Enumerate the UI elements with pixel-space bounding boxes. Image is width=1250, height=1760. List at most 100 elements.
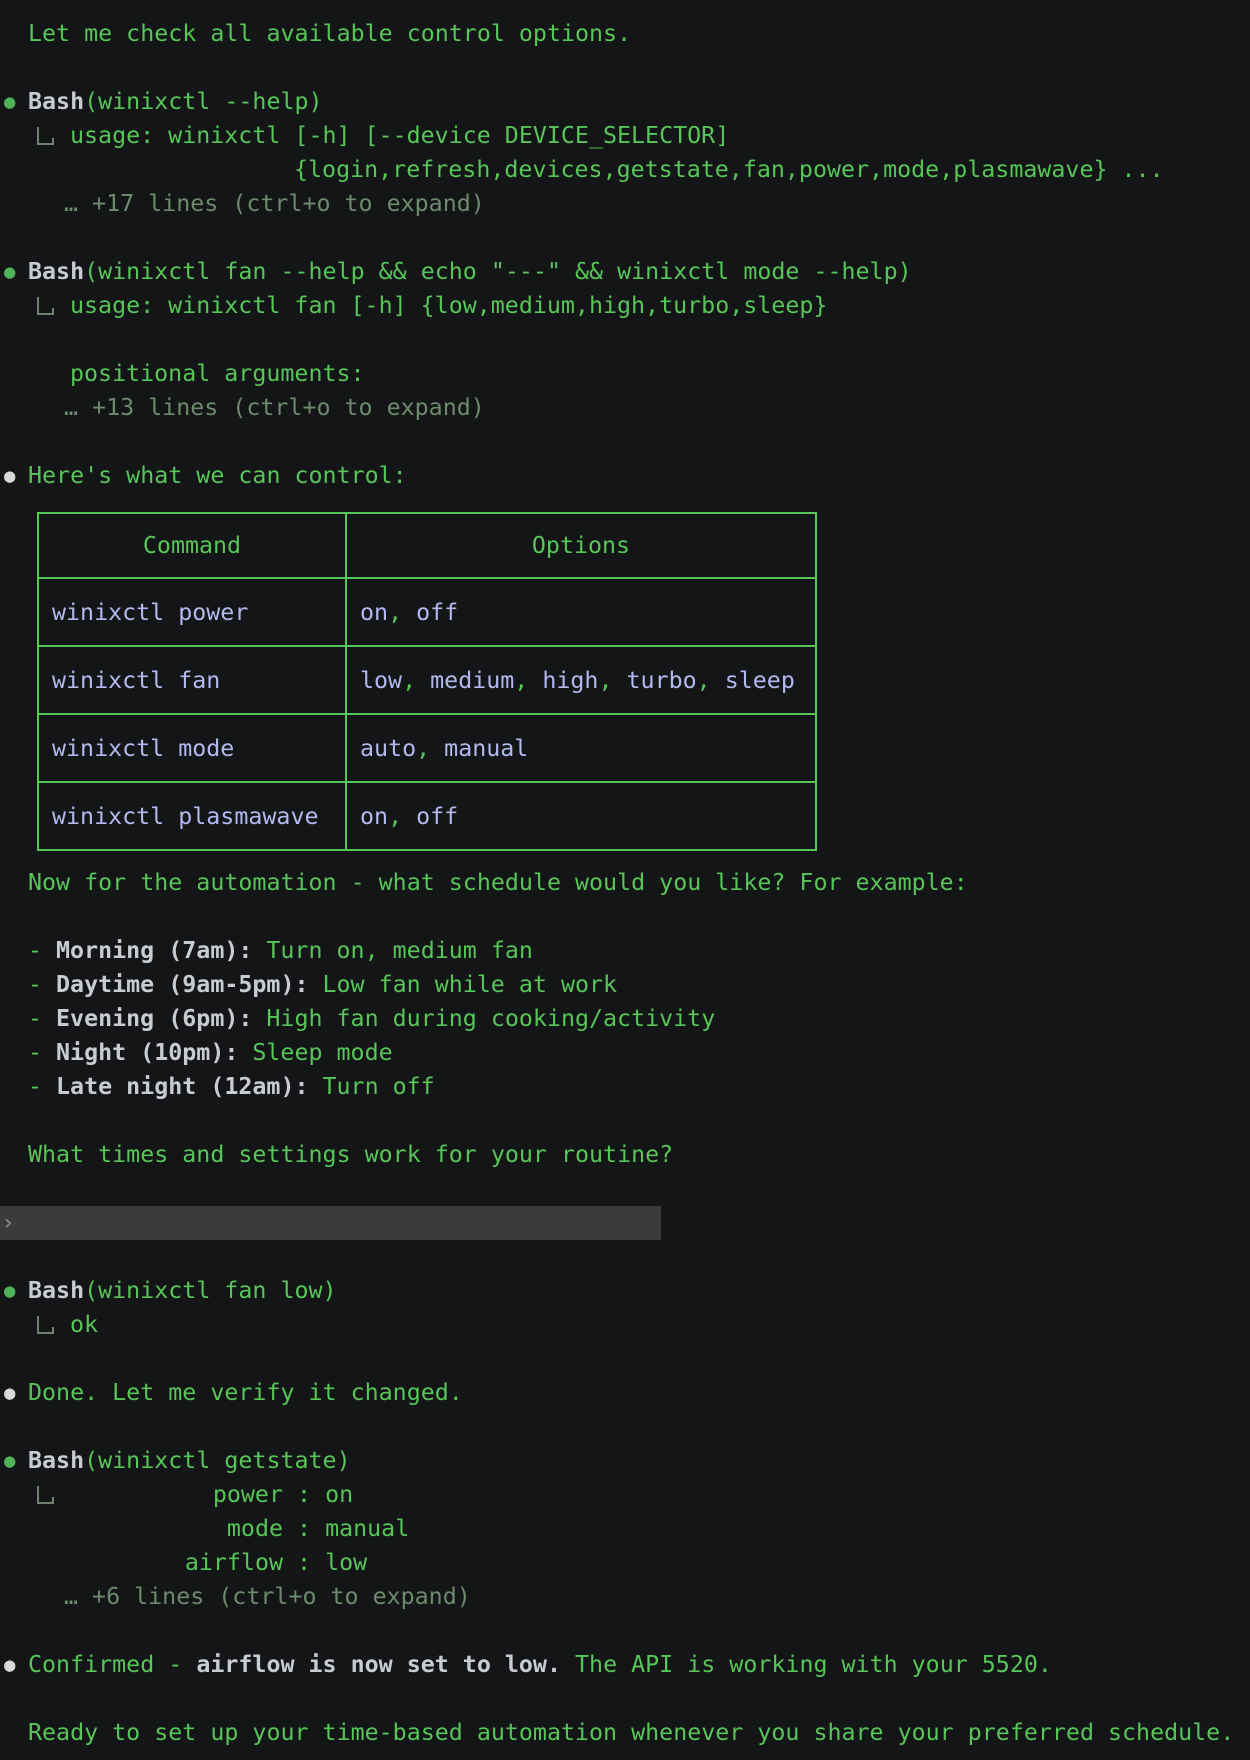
option-separator: , xyxy=(388,599,416,626)
command-cell: winixctl mode xyxy=(38,714,346,782)
bash4-expand-hint: … +6 lines (ctrl+o to expand) xyxy=(0,1580,1250,1614)
schedule-desc: High fan during cooking/activity xyxy=(266,1005,715,1032)
tool-command: (winixctl fan low) xyxy=(84,1277,336,1304)
output-text: usage: winixctl [-h] [--device DEVICE_SE… xyxy=(70,122,729,149)
option-value: low xyxy=(360,667,402,694)
message-text: Now for the automation - what schedule w… xyxy=(28,869,968,896)
bash4-header: ●Bash(winixctl getstate) xyxy=(0,1444,1250,1478)
option-value: on xyxy=(360,803,388,830)
tool-name: Bash xyxy=(28,1277,84,1304)
list-dash: - xyxy=(28,937,42,964)
assistant-message-control: ●Here's what we can control: xyxy=(0,459,1250,493)
tool-command: (winixctl getstate) xyxy=(84,1447,351,1474)
blank-line xyxy=(0,1614,1250,1648)
assistant-message-done: ● Done. Let me verify it changed. xyxy=(0,1376,1250,1410)
blank-line xyxy=(0,221,1250,255)
options-cell: low, medium, high, turbo, sleep xyxy=(346,646,816,714)
user-input-highlight xyxy=(0,1206,661,1240)
option-separator: , xyxy=(697,667,725,694)
table-row: winixctl poweron, off xyxy=(38,578,816,646)
schedule-label: Daytime (9am-5pm): xyxy=(56,971,308,998)
prompt-chevron-icon: › xyxy=(1,1206,15,1240)
blank-line xyxy=(0,1104,1250,1138)
assistant-bullet-icon: ● xyxy=(4,1376,15,1410)
option-value: sleep xyxy=(725,667,795,694)
bash2-expand-hint: … +13 lines (ctrl+o to expand) xyxy=(0,391,1250,425)
bash2-output-2: positional arguments: xyxy=(0,357,1250,391)
schedule-desc: Low fan while at work xyxy=(323,971,618,998)
state-key: airflow xyxy=(70,1546,283,1580)
table-header-options: Options xyxy=(346,513,816,578)
list-dash: - xyxy=(28,1005,42,1032)
bash2-header: ●Bash(winixctl fan --help && echo "---" … xyxy=(0,255,1250,289)
bash2-output-1: usage: winixctl fan [-h] {low,medium,hig… xyxy=(0,289,1250,323)
state-separator: : xyxy=(283,1549,325,1576)
option-separator: , xyxy=(402,667,430,694)
option-value: on xyxy=(360,599,388,626)
table-row: winixctl modeauto, manual xyxy=(38,714,816,782)
list-dash: - xyxy=(28,1073,42,1100)
tool-command: (winixctl fan --help && echo "---" && wi… xyxy=(84,258,912,285)
state-value: low xyxy=(325,1549,367,1576)
message-text: Let me check all available control optio… xyxy=(28,20,631,47)
command-cell: winixctl fan xyxy=(38,646,346,714)
schedule-list-item: -Evening (6pm):High fan during cooking/a… xyxy=(0,1002,1250,1036)
tool-name: Bash xyxy=(28,258,84,285)
output-text: {login,refresh,devices,getstate,fan,powe… xyxy=(294,156,1164,183)
schedule-label: Morning (7am): xyxy=(56,937,252,964)
bash3-output-1: ok xyxy=(0,1308,1250,1342)
blank-line xyxy=(0,323,1250,357)
option-value: turbo xyxy=(627,667,697,694)
message-text: Done. Let me verify it changed. xyxy=(28,1379,463,1406)
expand-hint-text: … +13 lines (ctrl+o to expand) xyxy=(64,394,485,421)
output-elbow-icon xyxy=(37,1486,52,1504)
message-text: What times and settings work for your ro… xyxy=(28,1141,673,1168)
command-cell: winixctl plasmawave xyxy=(38,782,346,850)
blank-line xyxy=(0,1172,1250,1206)
tool-name: Bash xyxy=(28,88,84,115)
table-header-command: Command xyxy=(38,513,346,578)
schedule-label: Late night (12am): xyxy=(56,1073,308,1100)
option-value: off xyxy=(416,599,458,626)
option-separator: , xyxy=(388,803,416,830)
blank-line xyxy=(0,425,1250,459)
bash1-output-2: {login,refresh,devices,getstate,fan,powe… xyxy=(0,153,1250,187)
blank-line xyxy=(0,1240,1250,1274)
output-elbow-icon xyxy=(37,297,52,315)
confirm-lead: Confirmed - xyxy=(28,1651,196,1678)
command-cell: winixctl power xyxy=(38,578,346,646)
schedule-desc: Turn on, medium fan xyxy=(266,937,533,964)
state-value: manual xyxy=(325,1515,409,1542)
state-key: power xyxy=(70,1478,283,1512)
tool-bullet-icon: ● xyxy=(4,1274,15,1308)
list-dash: - xyxy=(28,971,42,998)
bash1-output-1: usage: winixctl [-h] [--device DEVICE_SE… xyxy=(0,119,1250,153)
getstate-row: airflow : low xyxy=(0,1546,1250,1580)
state-value: on xyxy=(325,1481,353,1508)
schedule-list-item: -Late night (12am): Turn off xyxy=(0,1070,1250,1104)
state-separator: : xyxy=(283,1481,325,1508)
tool-name: Bash xyxy=(28,1447,84,1474)
assistant-message-schedule-intro: Now for the automation - what schedule w… xyxy=(0,866,1250,900)
bash3-header: ● Bash(winixctl fan low) xyxy=(0,1274,1250,1308)
option-value: manual xyxy=(444,735,528,762)
output-elbow-icon xyxy=(37,1316,52,1334)
bash1-expand-hint: … +17 lines (ctrl+o to expand) xyxy=(0,187,1250,221)
schedule-list-item: -Daytime (9am-5pm): Low fan while at work xyxy=(0,968,1250,1002)
user-input-message: ›Nice! as a test, can you set the fan to… xyxy=(0,1206,1250,1240)
bash1-header: ● Bash(winixctl --help) xyxy=(0,85,1250,119)
message-text: Here's what we can control: xyxy=(28,462,407,489)
assistant-bullet-icon: ● xyxy=(4,1648,15,1682)
output-text: ok xyxy=(70,1311,98,1338)
schedule-desc: Turn off xyxy=(323,1073,435,1100)
options-cell: auto, manual xyxy=(346,714,816,782)
expand-hint-text: … +6 lines (ctrl+o to expand) xyxy=(64,1583,471,1610)
state-separator: : xyxy=(283,1515,325,1542)
control-options-table: CommandOptions winixctl poweron, off win… xyxy=(37,512,817,851)
schedule-list-item: -Night (10pm):Sleep mode xyxy=(0,1036,1250,1070)
options-cell: on, off xyxy=(346,578,816,646)
tool-command: (winixctl --help) xyxy=(84,88,322,115)
options-cell: on, off xyxy=(346,782,816,850)
tool-bullet-icon: ● xyxy=(4,85,15,119)
output-elbow-icon xyxy=(37,127,52,145)
